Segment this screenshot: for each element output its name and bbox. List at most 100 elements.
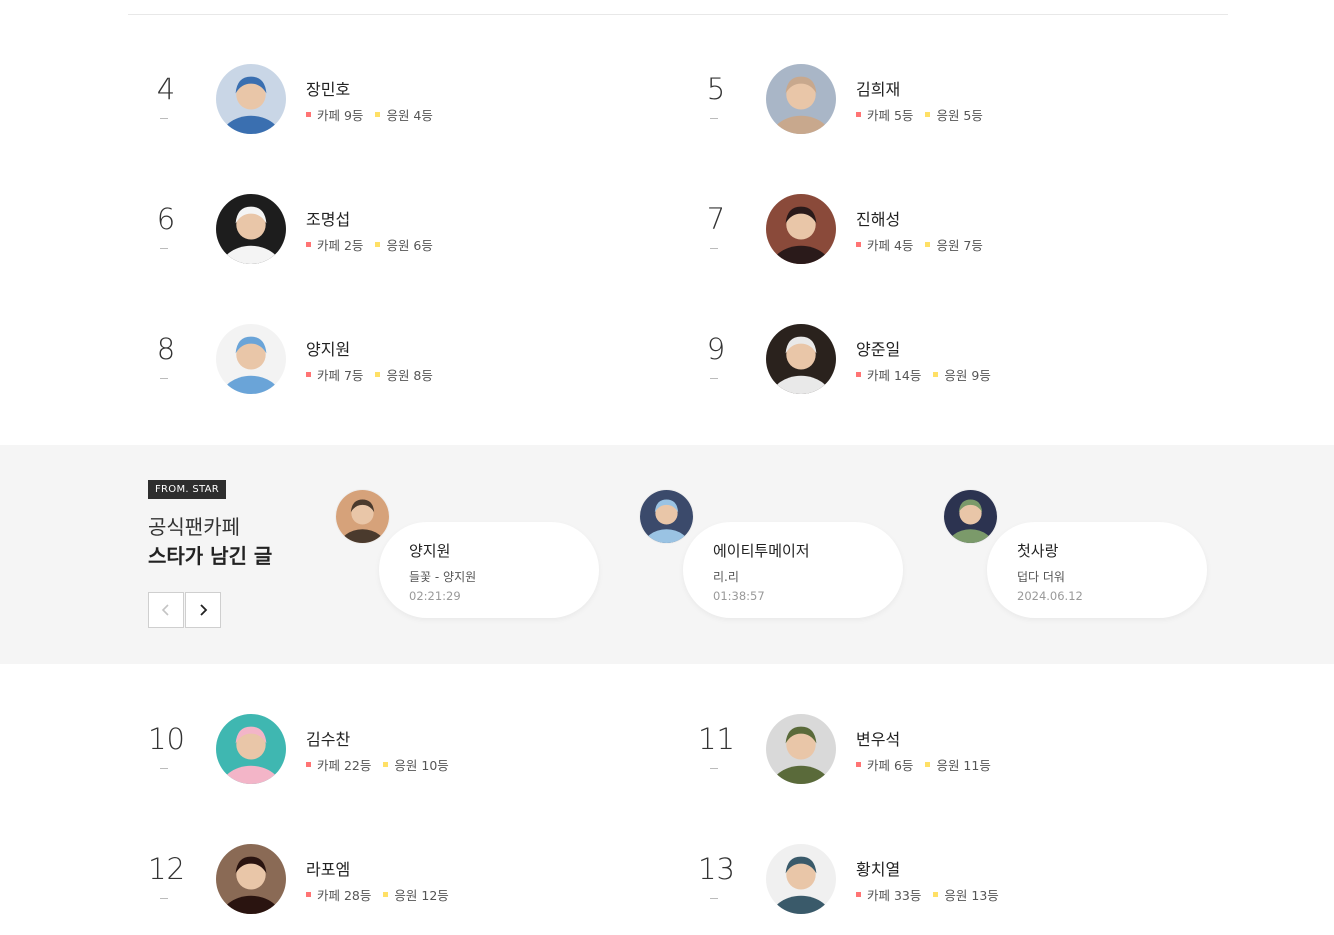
- rank-number: 11: [698, 722, 735, 756]
- cafe-rank-marker: [856, 372, 861, 377]
- ranking-item[interactable]: 11 변우석 카페 6등 응원 11등: [698, 714, 1118, 788]
- avatar[interactable]: [766, 844, 836, 914]
- section-title-line2: 스타가 남긴 글: [148, 544, 273, 568]
- support-rank-marker: [375, 372, 381, 377]
- avatar[interactable]: [639, 489, 694, 544]
- rank-change-indicator: [160, 898, 168, 899]
- post-bubble[interactable]: 양지원 들꽃 - 양지원 02:21:29: [379, 522, 599, 618]
- rank-number: 7: [706, 202, 726, 236]
- rank-change-indicator: [710, 768, 718, 769]
- top-divider: [128, 14, 1228, 15]
- support-rank-marker: [375, 242, 381, 247]
- avatar[interactable]: [766, 714, 836, 784]
- section-title-line1: 공식팬카페: [148, 515, 240, 539]
- carousel-next-button[interactable]: [185, 592, 221, 628]
- portrait-image: [216, 64, 286, 134]
- avatar[interactable]: [216, 844, 286, 914]
- post-bubble[interactable]: 첫사랑 덥다 더워 2024.06.12: [987, 522, 1207, 618]
- rank-number: 9: [706, 332, 726, 366]
- star-name[interactable]: 김수찬: [306, 726, 350, 750]
- chevron-left-icon: [161, 604, 169, 616]
- cafe-rank: 카페 28등: [317, 888, 372, 903]
- post-bubble[interactable]: 에이티투메이저 리.리 01:38:57: [683, 522, 903, 618]
- star-name[interactable]: 장민호: [306, 76, 350, 100]
- avatar[interactable]: [216, 194, 286, 264]
- rank-stats: 카페 14등 응원 9등: [856, 365, 1003, 384]
- support-rank-marker: [925, 112, 931, 117]
- star-name[interactable]: 조명섭: [306, 206, 350, 230]
- avatar[interactable]: [216, 324, 286, 394]
- post-time: 2024.06.12: [1017, 589, 1083, 603]
- ranking-item[interactable]: 6 조명섭 카페 2등 응원 6등: [148, 194, 568, 268]
- support-rank: 응원 5등: [936, 108, 983, 123]
- avatar[interactable]: [766, 194, 836, 264]
- star-name[interactable]: 라포엠: [306, 856, 350, 880]
- rank-change-indicator: [710, 118, 718, 119]
- portrait-image: [766, 64, 836, 134]
- rank-stats: 카페 6등 응원 11등: [856, 755, 1003, 774]
- avatar[interactable]: [943, 489, 998, 544]
- rank-stats: 카페 5등 응원 5등: [856, 105, 995, 124]
- ranking-item[interactable]: 13 황치열 카페 33등 응원 13등: [698, 844, 1118, 918]
- star-name[interactable]: 진해성: [856, 206, 900, 230]
- star-name[interactable]: 김희재: [856, 76, 900, 100]
- ranking-item[interactable]: 12 라포엠 카페 28등 응원 12등: [148, 844, 568, 918]
- cafe-rank-marker: [306, 242, 311, 247]
- avatar[interactable]: [216, 714, 286, 784]
- rank-number: 13: [698, 852, 735, 886]
- avatar[interactable]: [766, 324, 836, 394]
- carousel-prev-button[interactable]: [148, 592, 184, 628]
- rank-stats: 카페 33등 응원 13등: [856, 885, 1011, 904]
- ranking-item[interactable]: 5 김희재 카페 5등 응원 5등: [698, 64, 1118, 138]
- rank-number: 4: [156, 72, 176, 106]
- cafe-rank-marker: [856, 112, 861, 117]
- support-rank: 응원 12등: [394, 888, 449, 903]
- avatar[interactable]: [216, 64, 286, 134]
- from-star-badge: FROM. STAR: [148, 480, 227, 499]
- post-title: 리.리: [713, 570, 739, 584]
- ranking-item[interactable]: 9 양준일 카페 14등 응원 9등: [698, 324, 1118, 398]
- ranking-item[interactable]: 7 진해성 카페 4등 응원 7등: [698, 194, 1118, 268]
- avatar[interactable]: [335, 489, 390, 544]
- star-post-card[interactable]: 양지원 들꽃 - 양지원 02:21:29: [335, 489, 610, 619]
- cafe-rank-marker: [306, 372, 311, 377]
- support-rank: 응원 8등: [386, 368, 433, 383]
- cafe-rank: 카페 4등: [867, 238, 914, 253]
- portrait-image: [766, 844, 836, 914]
- chevron-right-icon: [200, 604, 208, 616]
- ranking-item[interactable]: 10 김수찬 카페 22등 응원 10등: [148, 714, 568, 788]
- cafe-rank: 카페 9등: [317, 108, 364, 123]
- star-post-card[interactable]: 첫사랑 덥다 더워 2024.06.12: [943, 489, 1218, 619]
- ranking-item[interactable]: 8 양지원 카페 7등 응원 8등: [148, 324, 568, 398]
- portrait-image: [216, 714, 286, 784]
- rank-change-indicator: [160, 118, 168, 119]
- star-name[interactable]: 양준일: [856, 336, 900, 360]
- ranking-item[interactable]: 4 장민호 카페 9등 응원 4등: [148, 64, 568, 138]
- rank-change-indicator: [710, 378, 718, 379]
- portrait-image: [640, 490, 693, 543]
- rank-number: 8: [156, 332, 176, 366]
- support-rank-marker: [383, 892, 389, 897]
- support-rank: 응원 13등: [944, 888, 999, 903]
- star-post-card[interactable]: 에이티투메이저 리.리 01:38:57: [639, 489, 914, 619]
- rank-number: 12: [148, 852, 185, 886]
- portrait-image: [766, 194, 836, 264]
- support-rank-marker: [925, 242, 931, 247]
- post-title: 덥다 더워: [1017, 570, 1065, 584]
- avatar[interactable]: [766, 64, 836, 134]
- rank-stats: 카페 4등 응원 7등: [856, 235, 995, 254]
- cafe-rank-marker: [856, 892, 861, 897]
- star-name[interactable]: 변우석: [856, 726, 900, 750]
- portrait-image: [336, 490, 389, 543]
- star-name[interactable]: 황치열: [856, 856, 900, 880]
- post-time: 01:38:57: [713, 589, 765, 603]
- rank-change-indicator: [160, 768, 168, 769]
- support-rank-marker: [383, 762, 389, 767]
- cafe-rank-marker: [856, 242, 861, 247]
- star-name[interactable]: 양지원: [306, 336, 350, 360]
- cafe-rank-marker: [306, 762, 311, 767]
- post-title: 들꽃 - 양지원: [409, 570, 477, 584]
- cafe-rank: 카페 22등: [317, 758, 372, 773]
- rank-number: 6: [156, 202, 176, 236]
- cafe-rank-marker: [856, 762, 861, 767]
